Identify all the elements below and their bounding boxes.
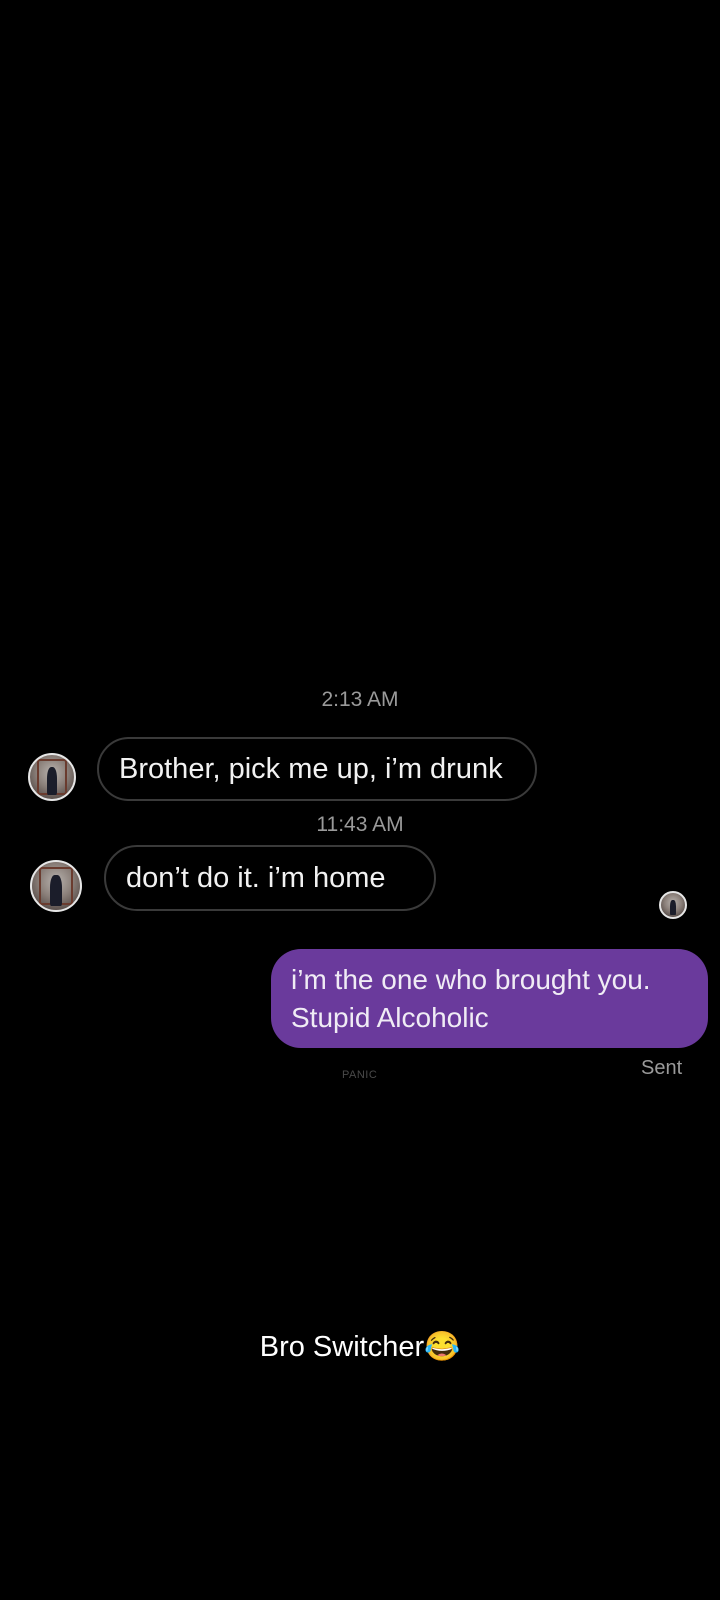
outgoing-message-bubble[interactable]: i’m the one who brought you. Stupid Alco… bbox=[271, 949, 708, 1048]
avatar-photo-figure bbox=[46, 767, 58, 796]
contact-avatar[interactable] bbox=[30, 860, 82, 912]
message-timestamp: 11:43 AM bbox=[316, 813, 404, 836]
sent-status: Sent bbox=[641, 1057, 683, 1079]
message-text: Brother, pick me up, i’m drunk bbox=[119, 752, 503, 785]
overlay-caption: Bro Switcher😂 bbox=[259, 1331, 461, 1363]
incoming-message-bubble[interactable]: don’t do it. i’m home bbox=[104, 845, 436, 911]
message-text: don’t do it. i’m home bbox=[126, 861, 386, 894]
contact-avatar[interactable] bbox=[28, 753, 76, 801]
avatar-photo-figure bbox=[670, 899, 676, 916]
avatar-photo-figure bbox=[50, 875, 62, 907]
incoming-message-bubble[interactable]: Brother, pick me up, i’m drunk bbox=[97, 737, 537, 801]
message-text-line: i’m the one who brought you. bbox=[291, 964, 651, 995]
message-text-line: Stupid Alcoholic bbox=[291, 1002, 489, 1033]
seen-avatar bbox=[659, 891, 687, 919]
message-timestamp: 2:13 AM bbox=[321, 688, 399, 711]
watermark-text: PANIC bbox=[342, 1069, 378, 1081]
